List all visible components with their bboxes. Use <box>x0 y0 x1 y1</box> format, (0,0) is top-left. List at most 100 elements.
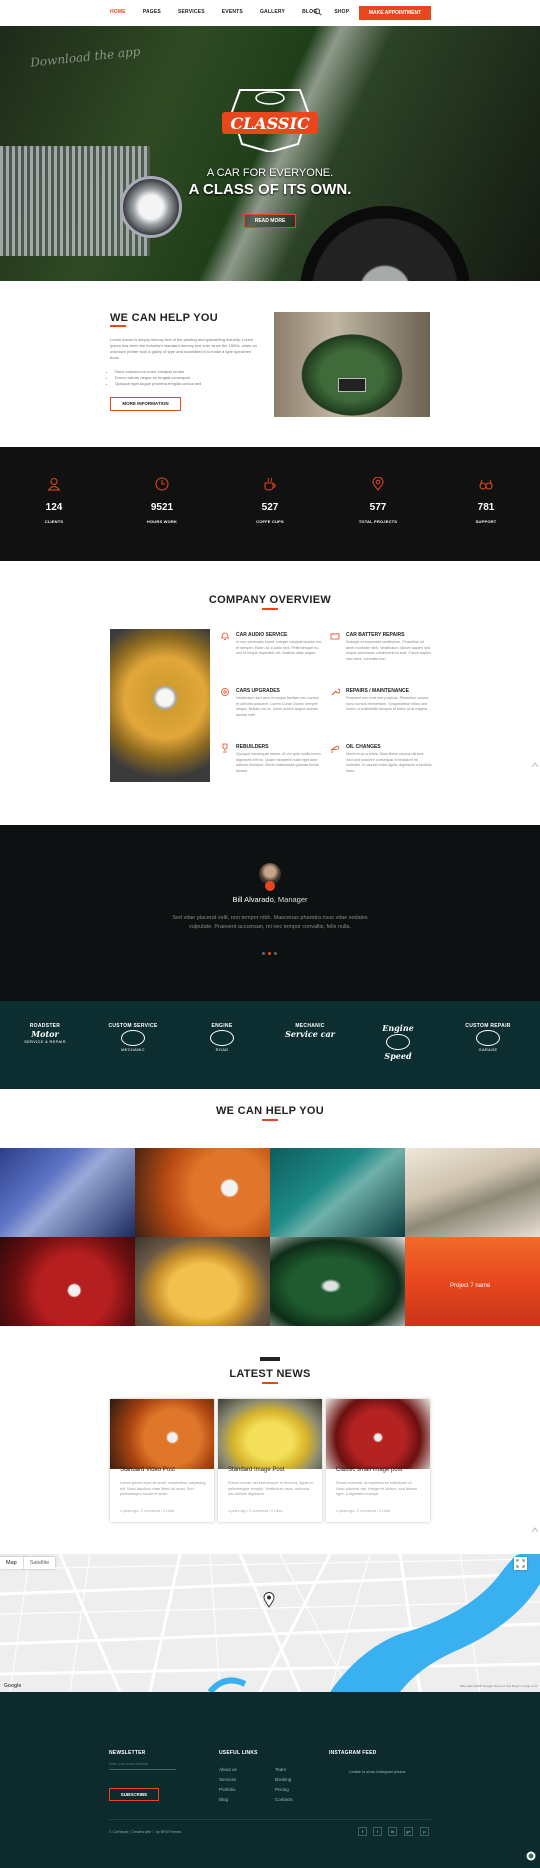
copyright-text: © CarRepair | Created with ♡ by NRGTheme… <box>109 1830 182 1834</box>
brand-emblem-icon <box>476 1030 500 1046</box>
service-desc: In nec venenatis lorem. Integer volutpat… <box>236 640 322 655</box>
newsletter-title: NEWSLETTER <box>109 1750 146 1756</box>
footer-link-blog[interactable]: Blog <box>219 1797 228 1802</box>
fullscreen-icon[interactable] <box>514 1557 527 1570</box>
scroll-up-icon[interactable] <box>530 1526 540 1534</box>
more-information-button[interactable]: MORE INFORMATION <box>110 397 181 411</box>
service-title: CARS UPGRADES <box>236 688 280 694</box>
hero-banner: Download the app CLASSIC A CAR FOR EVERY… <box>0 26 540 281</box>
carousel-dot-active[interactable] <box>268 952 271 955</box>
footer-link-services[interactable]: Services <box>219 1777 236 1782</box>
footer-link-contacts[interactable]: Contacts <box>275 1797 293 1802</box>
brand-emblem-icon <box>121 1030 145 1046</box>
google-plus-icon[interactable]: g+ <box>404 1827 413 1836</box>
email-field-underline <box>109 1769 176 1770</box>
gallery-tile[interactable] <box>135 1148 270 1237</box>
brand-text: GARAGE <box>478 1047 498 1052</box>
footer-link-pricing[interactable]: Pricing <box>275 1787 289 1792</box>
hero-tagline-1: A CAR FOR EVERYONE. <box>206 167 334 179</box>
make-appointment-button[interactable]: MAKE APPOINTMENT <box>359 6 431 20</box>
testimonial-quote: Sed vitae placerat velit, non tempor nib… <box>172 915 368 930</box>
twitter-icon[interactable]: t <box>373 1827 382 1836</box>
service-title: REBUILDERS <box>236 744 269 750</box>
news-card[interactable]: Classic small Image post Donec molestie,… <box>326 1399 430 1522</box>
help-description: Lorem ipsum is simply dummy text of the … <box>110 337 257 360</box>
nav-item-pages[interactable]: PAGES <box>143 9 161 15</box>
gallery-grid: Project 7 name <box>0 1148 540 1326</box>
scroll-up-icon[interactable] <box>530 761 540 769</box>
map-pin-icon[interactable] <box>263 1592 275 1608</box>
company-overview-section: COMPANY OVERVIEW CAR AUDIO SERVICE In ne… <box>0 561 540 825</box>
map-streets <box>0 1554 540 1692</box>
gallery-tile[interactable] <box>135 1237 270 1326</box>
carousel-dot[interactable] <box>262 952 265 955</box>
footer-link-booking[interactable]: Booking <box>275 1777 291 1782</box>
nav-item-services[interactable]: SERVICES <box>178 9 205 15</box>
gallery-tile[interactable] <box>0 1237 135 1326</box>
stat-value: 577 <box>369 502 387 513</box>
nav-item-home[interactable]: HOME <box>110 9 126 15</box>
news-card-image[interactable] <box>326 1399 430 1469</box>
news-card-excerpt: Lorem ipsum dolor sit amet, consectetur … <box>120 1481 206 1496</box>
news-card[interactable]: Standard Video Post Lorem ipsum dolor si… <box>110 1399 214 1522</box>
brand-logo-custom-service: CUSTOM SERVICE MECHANIC <box>107 1023 159 1067</box>
footer-link-about[interactable]: About us <box>219 1767 237 1772</box>
facebook-icon[interactable]: f <box>358 1827 367 1836</box>
read-more-button[interactable]: READ MORE <box>244 214 296 228</box>
news-title: LATEST NEWS <box>229 1368 311 1380</box>
stat-support: 781 SUPPORT <box>446 477 526 524</box>
title-underline <box>262 1119 278 1121</box>
news-card-title[interactable]: Standard Image Post <box>228 1467 284 1473</box>
gallery-caption: Project 7 name <box>450 1283 491 1289</box>
email-field[interactable]: Enter your email address <box>109 1762 148 1766</box>
news-card-image[interactable] <box>110 1399 214 1469</box>
river <box>330 1554 540 1692</box>
brand-text: Engine <box>382 1023 414 1033</box>
oil-icon <box>330 745 340 753</box>
satellite-tab[interactable]: Satellite <box>22 1557 56 1569</box>
gallery-tile[interactable] <box>0 1148 135 1237</box>
stat-value: 527 <box>261 502 279 513</box>
hero-tagline-2: A CLASS OF ITS OWN. <box>188 181 352 198</box>
location-map[interactable]: Map Satellite Google Map data ©2020 Goog… <box>0 1554 540 1692</box>
brand-text: Motor <box>31 1029 59 1039</box>
brand-text: Speed <box>384 1051 412 1061</box>
nav-item-events[interactable]: EVENTS <box>222 9 243 15</box>
footer-link-portfolio[interactable]: Portfolio <box>219 1787 236 1792</box>
footer: NEWSLETTER Enter your email address SUBS… <box>0 1692 540 1868</box>
news-card-title[interactable]: Standard Video Post <box>120 1467 175 1473</box>
quote-icon <box>265 881 275 891</box>
brand-emblem-icon <box>210 1030 234 1046</box>
license-plate <box>338 378 366 392</box>
linkedin-icon[interactable]: in <box>388 1827 397 1836</box>
brand-text: CUSTOM SERVICE <box>108 1023 158 1029</box>
help-bullet-list: Nunc euismod eu tortor volutpat ornare D… <box>115 369 201 387</box>
map-tab[interactable]: Map <box>0 1557 23 1569</box>
yellow-beetle-photo <box>110 629 210 782</box>
help-section: WE CAN HELP YOU Lorem ipsum is simply du… <box>0 281 540 447</box>
top-navigation-bar: HOME PAGES SERVICES EVENTS GALLERY BLOG … <box>0 0 540 26</box>
map-credit[interactable]: Map data ©2020 Google Terms of Use Repor… <box>460 1684 537 1688</box>
chat-widget-icon[interactable] <box>526 1851 536 1861</box>
stat-hours: 9521 HOURS WORK <box>122 477 202 524</box>
stat-value: 781 <box>477 502 495 513</box>
pinterest-icon[interactable]: p <box>420 1827 429 1836</box>
news-card[interactable]: Standard Image Post Fusce cursus, est se… <box>218 1399 322 1522</box>
carousel-dot[interactable] <box>274 952 277 955</box>
stat-label: COFFE CUPS <box>256 519 284 524</box>
trophy-icon <box>222 743 228 753</box>
nav-item-gallery[interactable]: GALLERY <box>260 9 285 15</box>
gallery-tile[interactable] <box>270 1148 405 1237</box>
subscribe-button[interactable]: SUBSCRIBE <box>109 1788 159 1801</box>
testimonial-author: Bill Alvarado, Manager <box>0 895 540 904</box>
footer-link-team[interactable]: Team <box>275 1767 286 1772</box>
search-icon[interactable] <box>314 8 322 16</box>
glasses-icon <box>479 479 493 490</box>
title-underline <box>262 1382 278 1384</box>
news-card-image[interactable] <box>218 1399 322 1469</box>
news-card-title[interactable]: Classic small Image post <box>336 1467 402 1473</box>
gallery-tile[interactable] <box>405 1148 540 1237</box>
gallery-tile-hovered[interactable]: Project 7 name <box>405 1237 540 1326</box>
nav-item-shop[interactable]: SHOP <box>334 9 349 15</box>
gallery-tile[interactable] <box>270 1237 405 1326</box>
